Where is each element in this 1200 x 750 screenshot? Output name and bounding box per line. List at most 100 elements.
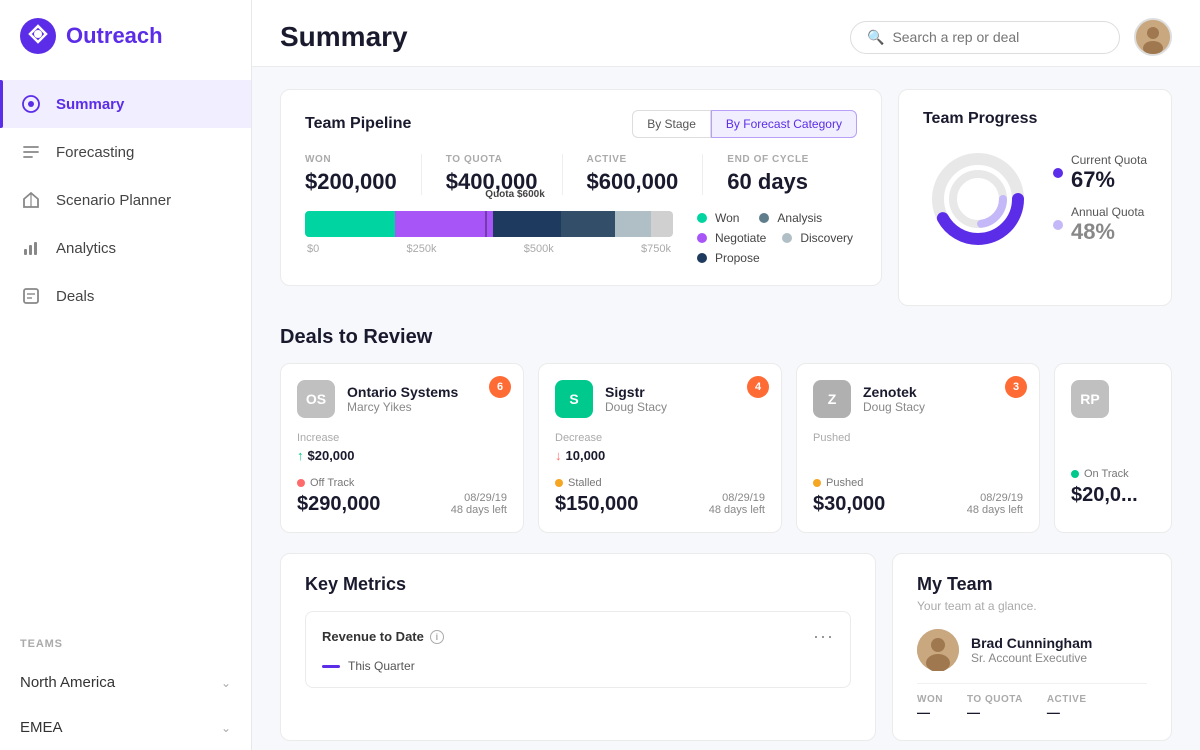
deal-card-zenotek: 3 Z Zenotek Doug Stacy Pushed	[796, 363, 1040, 533]
legend-discovery-label: Discovery	[800, 231, 853, 245]
sidebar-item-scenario-planner[interactable]: Scenario Planner	[0, 176, 251, 224]
status-dot-zenotek	[813, 479, 821, 487]
deal-status-rp: On Track	[1071, 468, 1155, 480]
stat-quota-label: TO QUOTA	[446, 154, 538, 165]
pipeline-bar-container: Quota $600k	[305, 211, 673, 255]
deal-avatar-zenotek: Z	[813, 380, 851, 418]
team-item-north-america[interactable]: North America ⌄	[0, 660, 251, 705]
analytics-icon	[20, 237, 42, 259]
donut-labels: Current Quota 67% Annual Quota 48%	[1053, 153, 1147, 245]
deal-status-ontario: Off Track	[297, 477, 380, 489]
arrow-down-icon: ↓	[555, 448, 562, 463]
legend-propose-label: Propose	[715, 251, 760, 265]
donut-area: Current Quota 67% Annual Quota 48%	[923, 144, 1147, 254]
bar-labels: $0 $250k $500k $750k	[305, 243, 673, 255]
bar-label-3: $750k	[641, 243, 671, 255]
member-avatar-brad	[917, 629, 959, 671]
deal-badge-sigstr: 4	[747, 376, 769, 398]
pipeline-bar	[305, 211, 673, 237]
legend-dot-analysis	[759, 213, 769, 223]
search-box[interactable]: 🔍	[850, 21, 1120, 54]
legend-analysis-label: Analysis	[777, 211, 822, 225]
sidebar-item-forecasting-label: Forecasting	[56, 144, 134, 161]
header-right: 🔍	[850, 18, 1172, 56]
bar-label-1: $250k	[407, 243, 437, 255]
search-icon: 🔍	[867, 29, 884, 46]
sidebar-item-forecasting[interactable]: Forecasting	[0, 128, 251, 176]
deal-days-sigstr: 48 days left	[709, 504, 765, 516]
pipeline-bar-area: Quota $600k	[305, 211, 673, 265]
deal-status-zenotek: Pushed	[813, 477, 885, 489]
sidebar-item-summary[interactable]: Summary	[0, 80, 251, 128]
current-quota-dot	[1053, 168, 1063, 178]
revenue-legend: This Quarter	[322, 659, 834, 673]
page-title: Summary	[280, 21, 408, 53]
deal-card-ontario: 6 OS Ontario Systems Marcy Yikes Increas…	[280, 363, 524, 533]
legend-dot-won	[697, 213, 707, 223]
current-quota-pct: 67%	[1071, 167, 1147, 193]
donut-chart	[923, 144, 1033, 254]
sidebar-item-deals[interactable]: Deals	[0, 272, 251, 320]
deal-meta-ontario: 08/29/19 48 days left	[451, 492, 507, 516]
member-title-brad: Sr. Account Executive	[971, 651, 1092, 665]
member-stat-won-label: WON	[917, 694, 943, 705]
deals-icon	[20, 285, 42, 307]
stat-eoc-label: END OF CYCLE	[727, 154, 809, 165]
team-progress-title: Team Progress	[923, 110, 1147, 128]
more-options-button[interactable]: ···	[813, 626, 834, 647]
team-pipeline-card: Team Pipeline By Stage By Forecast Categ…	[280, 89, 882, 286]
tab-by-stage[interactable]: By Stage	[632, 110, 711, 138]
tab-by-forecast[interactable]: By Forecast Category	[711, 110, 857, 138]
deal-header-sigstr: S Sigstr Doug Stacy	[555, 380, 765, 418]
my-team-subtitle: Your team at a glance.	[917, 599, 1147, 613]
deal-name-zenotek: Zenotek	[863, 384, 925, 400]
legend-negotiate-label: Negotiate	[715, 231, 766, 245]
my-team-card: My Team Your team at a glance. Brad Cunn…	[892, 553, 1172, 741]
search-input[interactable]	[892, 29, 1103, 45]
bar-won	[305, 211, 395, 237]
sidebar-item-analytics-label: Analytics	[56, 240, 116, 257]
deal-meta-sigstr: 08/29/19 48 days left	[709, 492, 765, 516]
deal-amount-ontario: $290,000	[297, 493, 380, 516]
stat-eoc-value: 60 days	[727, 169, 809, 195]
stat-eoc: END OF CYCLE 60 days	[727, 154, 833, 195]
deal-amount-zenotek: $30,000	[813, 493, 885, 516]
status-dot-sigstr	[555, 479, 563, 487]
member-name-brad: Brad Cunningham	[971, 635, 1092, 651]
deal-header-rp: RP	[1071, 380, 1155, 418]
deal-avatar-rp: RP	[1071, 380, 1109, 418]
team-item-emea[interactable]: EMEA ⌄	[0, 705, 251, 750]
member-stat-quota-label: TO QUOTA	[967, 694, 1023, 705]
sidebar-item-summary-label: Summary	[56, 96, 124, 113]
deal-footer-zenotek: Pushed $30,000 08/29/19 48 days left	[813, 477, 1023, 516]
annual-quota-pct: 48%	[1071, 219, 1144, 245]
deal-days-zenotek: 48 days left	[967, 504, 1023, 516]
pipeline-title: Team Pipeline	[305, 115, 411, 133]
bar-discovery	[615, 211, 651, 237]
legend-negotiate: Negotiate Discovery	[697, 231, 857, 245]
legend-dot-discovery	[782, 233, 792, 243]
chevron-down-icon: ⌄	[221, 721, 231, 735]
sidebar-item-analytics[interactable]: Analytics	[0, 224, 251, 272]
top-row: Team Pipeline By Stage By Forecast Categ…	[280, 89, 1172, 306]
legend-propose: Propose	[697, 251, 857, 265]
deal-meta-zenotek: 08/29/19 48 days left	[967, 492, 1023, 516]
status-dot-rp	[1071, 470, 1079, 478]
this-quarter-label: This Quarter	[348, 659, 415, 673]
teams-section: TEAMS	[0, 618, 251, 660]
avatar[interactable]	[1134, 18, 1172, 56]
deal-avatar-ontario: OS	[297, 380, 335, 418]
deal-amount-rp: $20,0...	[1071, 484, 1155, 507]
current-quota-label: Current Quota	[1071, 153, 1147, 167]
main-content: Summary 🔍 Team Pipeline	[252, 0, 1200, 750]
info-icon: i	[430, 630, 444, 644]
bar-negotiate	[395, 211, 494, 237]
stat-active-label: ACTIVE	[587, 154, 679, 165]
logo[interactable]: Outreach	[0, 0, 251, 72]
content-area: Team Pipeline By Stage By Forecast Categ…	[252, 67, 1200, 750]
pipeline-tab-group: By Stage By Forecast Category	[632, 110, 857, 138]
deal-avatar-sigstr: S	[555, 380, 593, 418]
deal-date-sigstr: 08/29/19	[709, 492, 765, 504]
deal-person-sigstr: Doug Stacy	[605, 400, 667, 414]
deal-name-ontario: Ontario Systems	[347, 384, 458, 400]
